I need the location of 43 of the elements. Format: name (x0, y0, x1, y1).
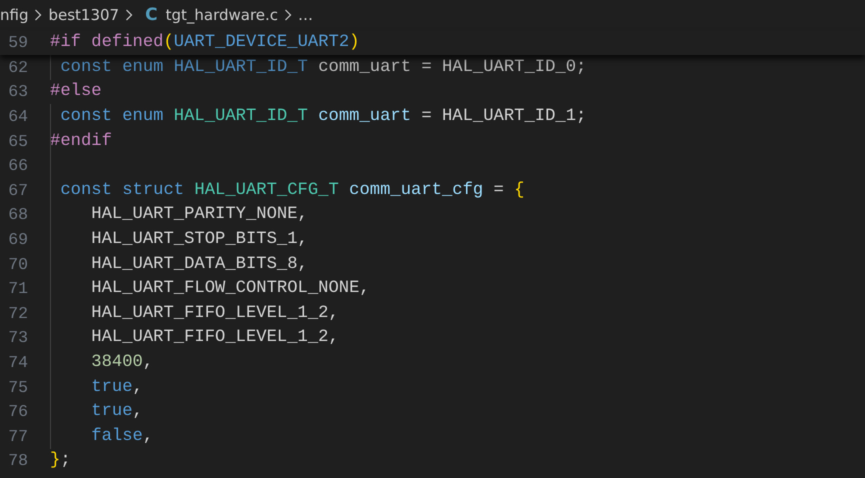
code-line: HAL_UART_PARITY_NONE, (90, 205, 308, 224)
code-line: #endif (50, 132, 112, 151)
line-number: 62 (7, 58, 28, 77)
code-line: HAL_UART_FIFO_LEVEL_1_2, (90, 304, 339, 323)
code-line: }; (50, 451, 71, 470)
chevron-right-icon (284, 9, 292, 21)
code-line: HAL_UART_FLOW_CONTROL_NONE, (90, 279, 370, 298)
line-number: 72 (7, 304, 28, 323)
code-line: const enum HAL_UART_ID_T comm_uart = HAL_UART_ID_1; (59, 106, 586, 126)
line-number: 69 (7, 230, 28, 249)
line-number: 67 (7, 180, 28, 200)
line-number: 74 (7, 352, 28, 372)
line-number: 68 (7, 205, 28, 224)
c-file-icon: C (145, 5, 158, 25)
line-number: 70 (7, 254, 28, 274)
breadcrumb-item[interactable]: best1307 (48, 6, 120, 24)
line-number: 73 (7, 328, 28, 348)
breadcrumb-item[interactable]: tgt_hardware.c (166, 6, 278, 24)
code-line: #else (50, 82, 102, 102)
line-number: 75 (7, 378, 28, 397)
code-line: true, (90, 378, 143, 397)
code-line: #if defined(UART_DEVICE_UART2) (50, 33, 360, 52)
chevron-right-icon (34, 9, 42, 21)
code-line: true, (90, 402, 143, 422)
code-line: 38400, (90, 352, 154, 372)
code-line: HAL_UART_STOP_BITS_1, (90, 230, 308, 249)
chevron-right-icon (125, 9, 134, 21)
code-line: false, (90, 426, 154, 446)
line-number: 78 (7, 451, 28, 470)
line-number: 77 (7, 426, 28, 446)
code-line: const enum HAL_UART_ID_T comm_uart = HAL_UART_ID_0; (59, 58, 586, 77)
line-number: 65 (7, 132, 28, 151)
code-line: HAL_UART_FIFO_LEVEL_1_2, (90, 328, 339, 348)
breadcrumb-item[interactable]: … (298, 6, 314, 24)
breadcrumb-item[interactable]: nfig (0, 6, 28, 24)
line-number: 66 (7, 156, 28, 176)
line-number: 71 (7, 279, 28, 298)
line-number: 76 (7, 402, 28, 422)
line-number: 59 (7, 33, 28, 52)
code-line: const struct HAL_UART_CFG_T comm_uart_cfg = { (59, 180, 524, 200)
line-number: 64 (7, 106, 28, 126)
line-number: 63 (7, 82, 28, 102)
code-line: HAL_UART_DATA_BITS_8, (90, 254, 308, 274)
